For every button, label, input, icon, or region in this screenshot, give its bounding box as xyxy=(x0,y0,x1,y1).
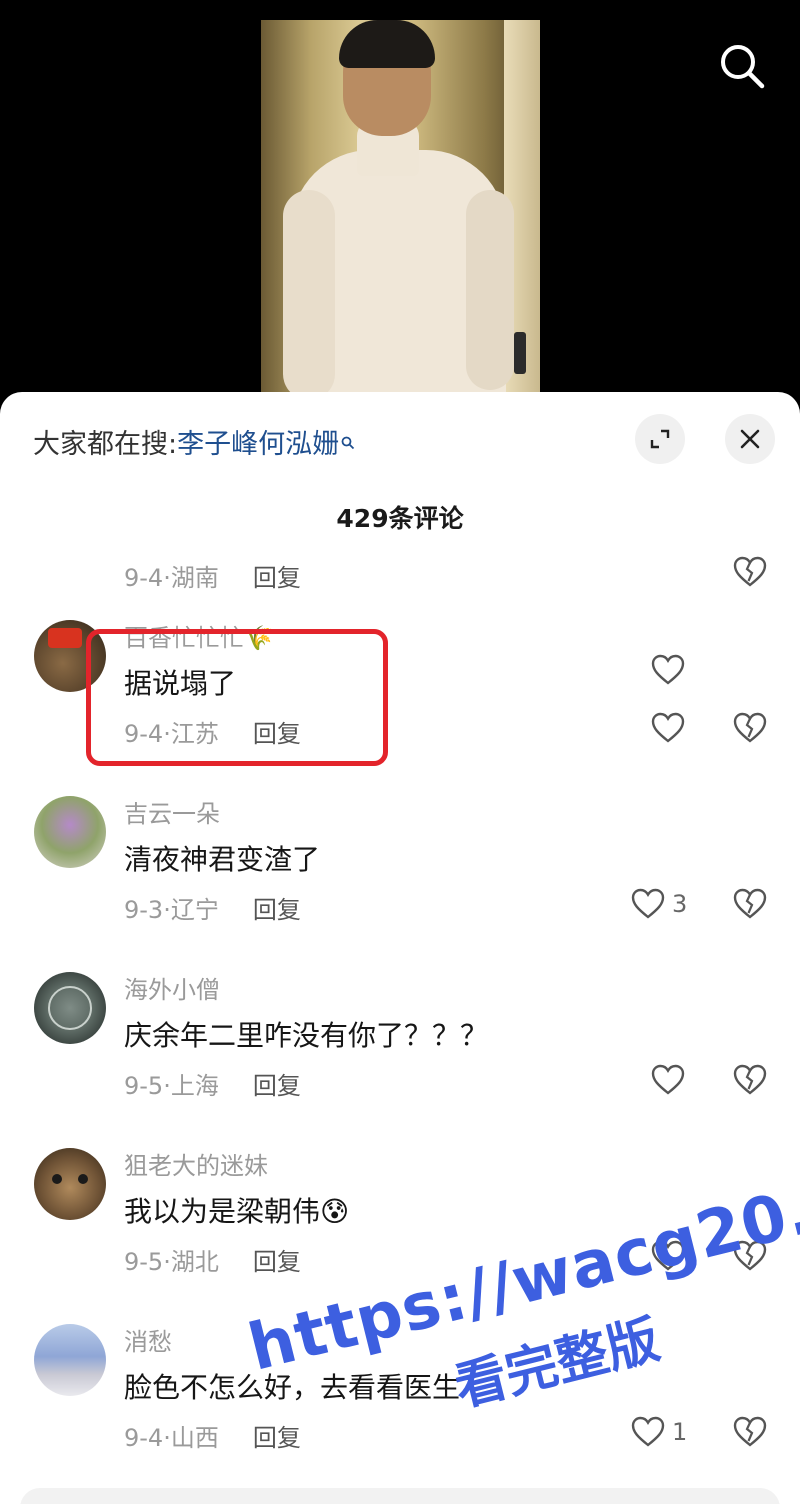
heart-icon xyxy=(651,712,685,743)
like-count: 3 xyxy=(672,890,688,918)
comment-item: 海外小僧 庆余年二里咋没有你了？？？ 9-5·上海 回复 xyxy=(0,962,800,1138)
comment-item: 吉云一朵 清夜神君变渣了 9-3·辽宁 回复 3 xyxy=(0,786,800,962)
reply-button[interactable]: 回复 xyxy=(253,896,301,924)
comment-date-location: 9-5·上海 xyxy=(124,1072,219,1100)
dislike-button[interactable] xyxy=(732,554,768,590)
dislike-button[interactable] xyxy=(732,1062,768,1098)
avatar[interactable] xyxy=(34,1324,106,1396)
broken-heart-icon xyxy=(733,556,767,587)
hot-search-bar[interactable]: 大家都在搜:李子峰何泓姗 xyxy=(33,422,355,461)
expand-button[interactable] xyxy=(635,414,685,464)
broken-heart-icon xyxy=(733,1416,767,1447)
comment-count: 429条评论 xyxy=(336,504,464,533)
broken-heart-icon xyxy=(733,1240,767,1271)
like-count: 1 xyxy=(672,1418,688,1446)
person-arm-right xyxy=(466,190,514,390)
comment-date-location: 9-4·湖南 xyxy=(124,564,219,592)
comment-item: 狙老大的迷妹 我以为是梁朝伟😰 9-5·湖北 回复 xyxy=(0,1138,800,1314)
comment-meta: 9-3·辽宁 回复 xyxy=(124,890,301,925)
comment-text: 脸色不怎么好，去看看医生 xyxy=(124,1371,461,1404)
broken-heart-icon xyxy=(733,888,767,919)
like-button[interactable] xyxy=(650,710,686,746)
comment-date-location: 9-5·湖北 xyxy=(124,1248,219,1276)
dislike-button[interactable] xyxy=(732,710,768,746)
comment-meta: 9-5·湖北 回复 xyxy=(124,1242,301,1277)
video-player[interactable] xyxy=(0,0,800,400)
comment-item: 9-4·湖南 回复 xyxy=(0,552,800,685)
heart-icon xyxy=(631,888,665,919)
hot-search-term[interactable]: 李子峰何泓姗 xyxy=(177,429,339,460)
heart-icon xyxy=(651,1240,685,1271)
comment-date-location: 9-4·山西 xyxy=(124,1424,219,1452)
door-handle-decor xyxy=(514,332,526,374)
person-arm-left xyxy=(283,190,335,392)
avatar[interactable] xyxy=(34,972,106,1044)
comment-text: 清夜神君变渣了 xyxy=(124,843,321,876)
avatar[interactable] xyxy=(34,796,106,868)
heart-icon xyxy=(631,1416,665,1447)
comment-username[interactable]: 吉云一朵 xyxy=(124,794,220,829)
search-icon[interactable] xyxy=(716,40,768,92)
reply-button[interactable]: 回复 xyxy=(253,1424,301,1452)
dislike-button[interactable] xyxy=(732,886,768,922)
comment-meta: 9-5·上海 回复 xyxy=(124,1066,301,1101)
comment-username[interactable]: 海外小僧 xyxy=(124,970,220,1005)
expand-icon xyxy=(650,429,670,449)
like-button[interactable] xyxy=(650,1238,686,1274)
close-button[interactable] xyxy=(725,414,775,464)
close-icon xyxy=(740,429,760,449)
comment-meta: 9-4·山西 回复 xyxy=(124,1418,301,1453)
reply-button[interactable]: 回复 xyxy=(253,1248,301,1276)
reply-button[interactable]: 回复 xyxy=(253,1072,301,1100)
video-frame[interactable] xyxy=(261,20,540,392)
dislike-button[interactable] xyxy=(732,1414,768,1450)
like-button[interactable] xyxy=(650,1062,686,1098)
sheet-header: 大家都在搜:李子峰何泓姗 xyxy=(0,392,800,492)
heart-icon xyxy=(651,1064,685,1095)
comment-input-bar[interactable] xyxy=(20,1488,780,1504)
like-button[interactable]: 3 xyxy=(630,886,687,922)
hot-search-prefix: 大家都在搜: xyxy=(33,429,178,460)
comment-username[interactable]: 消愁 xyxy=(124,1322,172,1357)
like-button[interactable]: 1 xyxy=(630,1414,687,1450)
comment-text: 我以为是梁朝伟😰 xyxy=(124,1195,350,1228)
mini-search-icon xyxy=(341,426,355,457)
person-hair xyxy=(339,20,435,68)
comment-username[interactable]: 狙老大的迷妹 xyxy=(124,1146,268,1181)
comment-date-location: 9-3·辽宁 xyxy=(124,896,219,924)
reply-button[interactable]: 回复 xyxy=(253,564,301,592)
dislike-button[interactable] xyxy=(732,1238,768,1274)
comment-item: 消愁 脸色不怎么好，去看看医生 9-4·山西 回复 1 xyxy=(0,1314,800,1490)
comment-text: 庆余年二里咋没有你了？？？ xyxy=(124,1019,489,1052)
broken-heart-icon xyxy=(733,1064,767,1095)
avatar[interactable] xyxy=(34,1148,106,1220)
broken-heart-icon xyxy=(733,712,767,743)
highlight-annotation-box xyxy=(86,629,388,766)
comment-meta: 9-4·湖南 回复 xyxy=(124,558,301,593)
comment-sheet: 大家都在搜:李子峰何泓姗 429条评论 9-4·湖南 回复 百香忙忙忙🌾 据说塌… xyxy=(0,392,800,1504)
